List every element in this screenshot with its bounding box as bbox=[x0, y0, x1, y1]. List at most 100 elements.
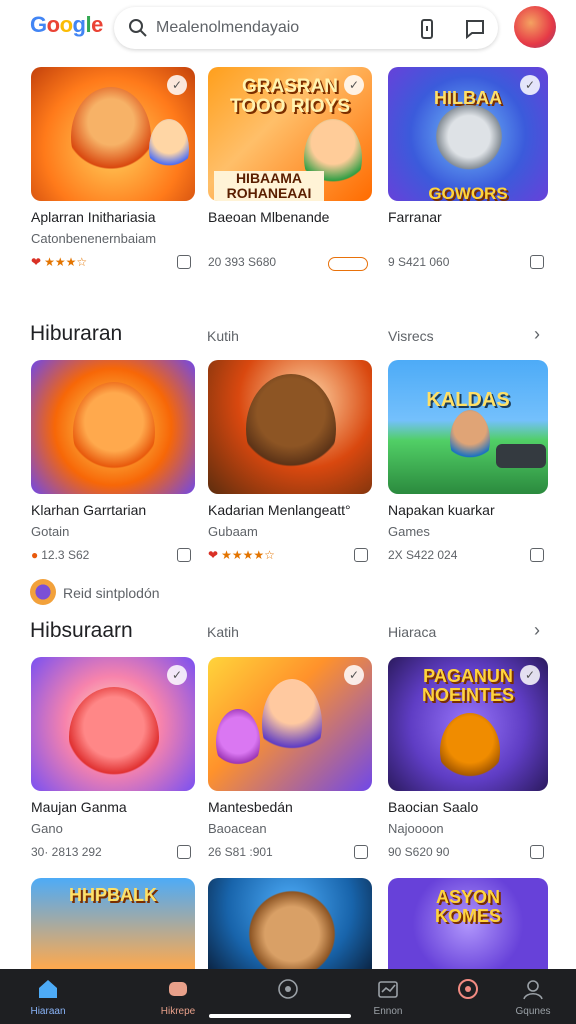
app-thumbnail[interactable]: ✓ bbox=[208, 657, 372, 791]
app-card[interactable] bbox=[208, 878, 372, 969]
rating-value: 26 S81 :901 bbox=[208, 845, 273, 859]
app-thumbnail[interactable]: HHPBALK bbox=[31, 878, 195, 969]
app-card[interactable]: HILBAA GOWORS ✓ Farranar 9 S421 060 bbox=[388, 67, 548, 271]
rating-value: 2X S422 024 bbox=[388, 548, 458, 562]
app-subtitle: Gubaam bbox=[208, 524, 258, 539]
app-thumbnail[interactable] bbox=[208, 360, 372, 494]
heart-icon: ❤ bbox=[208, 548, 219, 562]
app-thumbnail[interactable]: ✓ bbox=[31, 657, 195, 791]
install-icon[interactable] bbox=[530, 548, 544, 562]
app-rating: ❤ ★★★☆ bbox=[31, 255, 195, 271]
sponsor-label: Reid sintplodón bbox=[63, 585, 160, 601]
section-tab[interactable]: Katih bbox=[207, 624, 239, 640]
app-thumbnail[interactable]: ✓ bbox=[31, 67, 195, 201]
heart-icon: ❤ bbox=[31, 255, 42, 269]
top-bar: Google Mealenolmendayaio bbox=[0, 0, 576, 56]
account-icon bbox=[523, 980, 543, 1000]
app-thumbnail[interactable]: ASYON KOMES bbox=[388, 878, 548, 969]
app-card[interactable]: ✓ Maujan Ganma Gano 30· 2813 292 bbox=[31, 657, 195, 861]
section-tab[interactable]: Kutih bbox=[207, 328, 239, 344]
logo-letter: e bbox=[91, 12, 103, 37]
app-title: Klarhan Garrtarian bbox=[31, 502, 147, 518]
check-icon: ✓ bbox=[520, 665, 540, 685]
app-rating: 30· 2813 292 bbox=[31, 845, 195, 861]
apps-icon bbox=[169, 982, 187, 996]
install-icon[interactable] bbox=[530, 255, 544, 269]
app-card[interactable]: HHPBALK bbox=[31, 878, 195, 969]
logo-letter: o bbox=[59, 12, 73, 37]
app-subtitle: Gano bbox=[31, 821, 63, 836]
app-thumbnail[interactable]: PAGANUN NOEINTES ✓ bbox=[388, 657, 548, 791]
sponsor-icon bbox=[30, 579, 56, 605]
app-title: Napakan kuarkar bbox=[388, 502, 495, 518]
rating-value: 30· 2813 292 bbox=[31, 845, 102, 859]
app-card[interactable]: ✓ Mantesbedán Baoacean 26 S81 :901 bbox=[208, 657, 372, 861]
app-thumbnail[interactable]: KALDAS bbox=[388, 360, 548, 494]
app-card[interactable]: PAGANUN NOEINTES ✓ Baocian Saalo Najoooon… bbox=[388, 657, 548, 861]
install-icon[interactable] bbox=[177, 255, 191, 269]
rating-value: 9 S421 060 bbox=[388, 255, 450, 269]
app-subtitle: Catonbenenernbaiam bbox=[31, 231, 157, 246]
app-title: Kadarian Menlangeatt° bbox=[208, 502, 351, 518]
chat-icon[interactable] bbox=[464, 18, 486, 40]
nav-account[interactable]: Gqunes bbox=[485, 969, 576, 1024]
app-card[interactable]: Kadarian Menlangeatt° Gubaam ❤ ★★★★☆ bbox=[208, 360, 372, 564]
app-title: Baocian Saalo bbox=[388, 799, 479, 815]
gesture-bar[interactable] bbox=[209, 1014, 351, 1018]
rating-stars: ★★★☆ bbox=[44, 255, 88, 269]
check-icon: ✓ bbox=[167, 75, 187, 95]
app-card[interactable]: Klarhan Garrtarian Gotain ● 12.3 S62 bbox=[31, 360, 195, 564]
app-title: Mantesbedán bbox=[208, 799, 293, 815]
google-logo[interactable]: Google bbox=[30, 12, 103, 38]
rating-value: 90 S620 90 bbox=[388, 845, 450, 859]
install-icon[interactable] bbox=[354, 548, 368, 562]
app-thumbnail[interactable]: HILBAA GOWORS ✓ bbox=[388, 67, 548, 201]
app-subtitle: Baoacean bbox=[208, 821, 267, 836]
app-rating: 90 S620 90 bbox=[388, 845, 548, 861]
section-title: Hiburaran bbox=[30, 322, 123, 345]
install-icon[interactable] bbox=[177, 845, 191, 859]
nav-label: Gqunes bbox=[515, 1006, 551, 1017]
logo-letter: g bbox=[72, 12, 86, 37]
app-subtitle: Gotain bbox=[31, 524, 70, 539]
install-pill[interactable] bbox=[328, 257, 368, 271]
phone-icon[interactable] bbox=[416, 18, 438, 40]
chevron-right-icon[interactable]: › bbox=[534, 620, 540, 641]
app-card[interactable]: GRASRAN TOOO RIOYS HIBAAMA ROHANEAAI ✓ Bae… bbox=[208, 67, 372, 271]
app-rating: 9 S421 060 bbox=[388, 255, 548, 271]
app-subtitle: Games bbox=[388, 524, 430, 539]
notification-icon bbox=[458, 979, 478, 999]
inbox-icon bbox=[378, 981, 398, 998]
section-more[interactable]: Visrecs bbox=[388, 328, 434, 344]
chevron-right-icon[interactable]: › bbox=[534, 324, 540, 345]
section-more[interactable]: Hiaraca bbox=[388, 624, 436, 640]
search-icon bbox=[129, 19, 147, 37]
check-icon: ✓ bbox=[344, 665, 364, 685]
search-input[interactable]: Mealenolmendayaio bbox=[156, 19, 299, 37]
app-thumbnail[interactable] bbox=[31, 360, 195, 494]
rating-value: 20 393 S680 bbox=[208, 255, 277, 269]
nav-home[interactable]: Hiaraan bbox=[0, 969, 96, 1024]
compass-icon bbox=[278, 979, 298, 999]
install-icon[interactable] bbox=[530, 845, 544, 859]
check-icon: ✓ bbox=[167, 665, 187, 685]
app-subtitle: Najoooon bbox=[388, 821, 444, 836]
logo-letter: G bbox=[30, 12, 47, 37]
app-card[interactable]: KALDAS Napakan kuarkar Games 2X S422 024 bbox=[388, 360, 548, 564]
app-thumbnail[interactable]: GRASRAN TOOO RIOYS HIBAAMA ROHANEAAI ✓ bbox=[208, 67, 372, 201]
home-icon bbox=[39, 980, 57, 998]
app-card[interactable]: ASYON KOMES bbox=[388, 878, 548, 969]
app-subtitle bbox=[208, 231, 372, 247]
app-rating: 2X S422 024 bbox=[388, 548, 548, 564]
install-icon[interactable] bbox=[177, 548, 191, 562]
app-title: Maujan Ganma bbox=[31, 799, 127, 815]
avatar[interactable] bbox=[514, 6, 556, 48]
install-icon[interactable] bbox=[354, 845, 368, 859]
rating-stars: ★★★★☆ bbox=[221, 548, 275, 562]
app-thumbnail[interactable] bbox=[208, 878, 372, 969]
app-card[interactable]: ✓ Aplarran Inithariasia Catonbenenernbai… bbox=[31, 67, 195, 271]
search-bar[interactable]: Mealenolmendayaio bbox=[114, 7, 498, 49]
check-icon: ✓ bbox=[520, 75, 540, 95]
logo-letter: o bbox=[46, 12, 60, 37]
section-title: Hibsuraarn bbox=[30, 619, 133, 642]
